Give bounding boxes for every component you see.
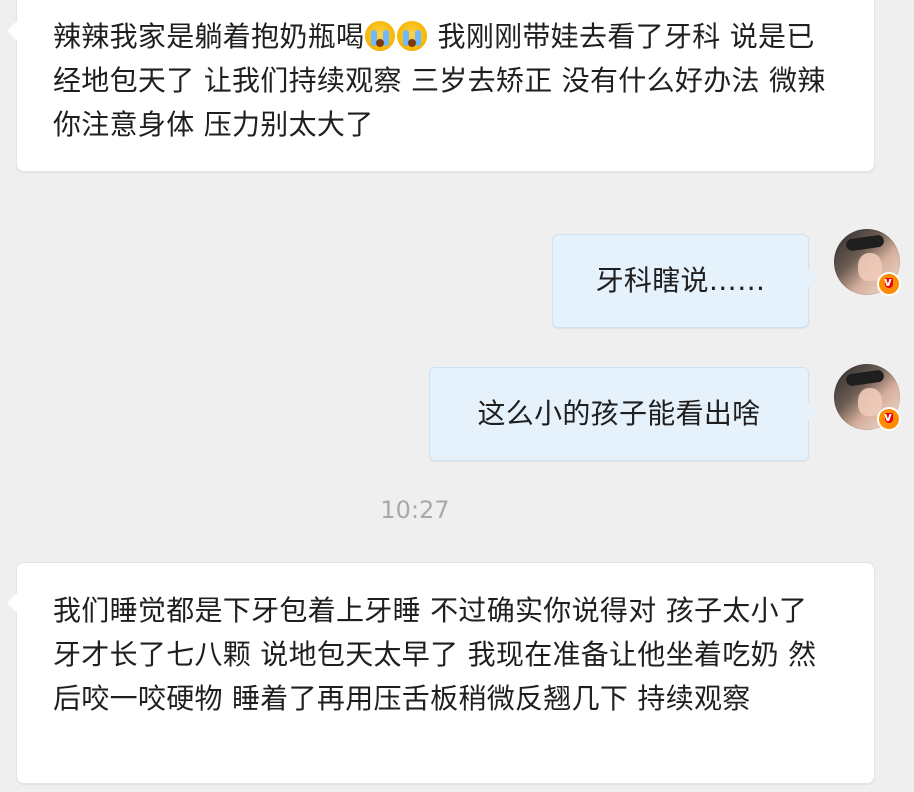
incoming-message-bubble[interactable]: 我们睡觉都是下牙包着上牙睡 不过确实你说得对 孩子太小了 牙才长了七八颗 说地包… [7,562,875,784]
message-text: 牙科瞎说…… [595,264,766,297]
incoming-message-bubble[interactable]: 辣辣我家是躺着抱奶瓶喝 我刚刚带娃去看了牙科 说是已经地包天了 让我们持续观察 … [7,0,875,172]
message-text: 辣辣我家是躺着抱奶瓶喝 [53,20,365,53]
outgoing-bubble-tail [808,402,818,420]
verified-badge-icon [877,272,901,296]
crying-face-icon [397,21,428,51]
user-avatar[interactable] [834,364,901,431]
message-text: 我们睡觉都是下牙包着上牙睡 不过确实你说得对 孩子太小了 牙才长了七八颗 说地包… [53,594,817,715]
message-text: 这么小的孩子能看出啥 [477,397,761,430]
outgoing-message-bubble[interactable]: 牙科瞎说…… [552,234,818,328]
message-timestamp: 10:27 [380,496,450,524]
user-avatar[interactable] [834,229,901,296]
outgoing-bubble-tail [808,269,818,287]
verified-badge-icon [877,407,901,431]
incoming-bubble-tail [7,593,17,613]
chat-screen: 辣辣我家是躺着抱奶瓶喝 我刚刚带娃去看了牙科 说是已经地包天了 让我们持续观察 … [0,0,914,792]
crying-face-icon [365,21,396,51]
outgoing-message-bubble[interactable]: 这么小的孩子能看出啥 [429,367,818,461]
incoming-bubble-tail [7,21,17,41]
